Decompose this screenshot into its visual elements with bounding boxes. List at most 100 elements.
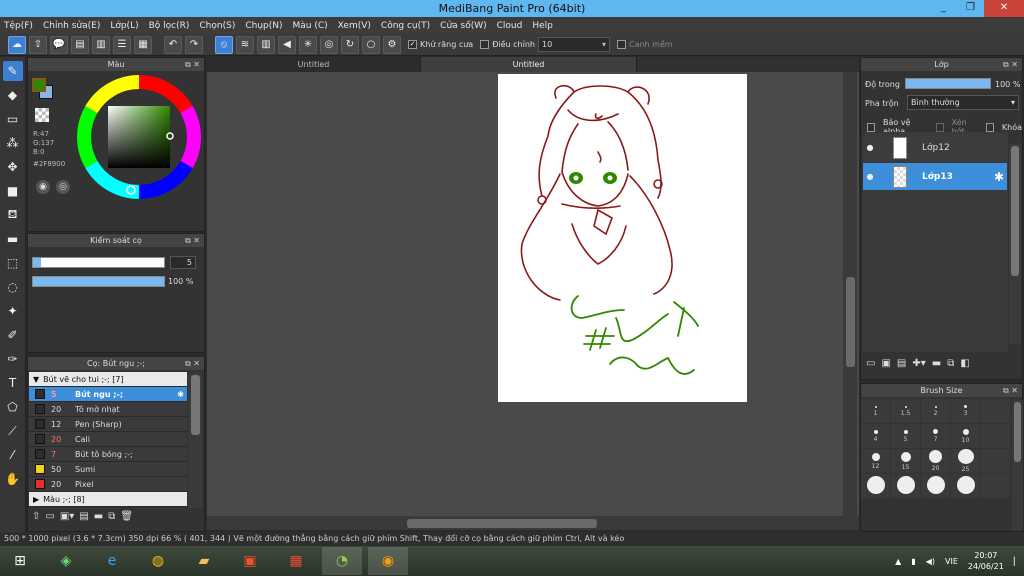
menu-edit[interactable]: Chỉnh sửa(E) (43, 21, 100, 31)
palette-icon[interactable]: ◉ (36, 180, 50, 194)
brush-size-cell[interactable]: 1 (861, 399, 890, 423)
brush-group-header[interactable]: ▶ Màu ;-; [8] (29, 492, 187, 507)
bucket-tool-icon[interactable]: ⛾ (3, 205, 23, 225)
brush-size-cell[interactable] (861, 474, 890, 498)
concentric-snap-icon[interactable]: ◎ (320, 35, 338, 54)
fill-rect-icon[interactable]: ■ (3, 181, 23, 201)
new-layer-icon[interactable]: ▭ (866, 358, 875, 369)
select-pen-icon[interactable]: ✐ (3, 325, 23, 345)
radial-snap-icon[interactable]: ✳ (299, 35, 317, 54)
brush-group-header[interactable]: ▼ Bút vẽ cho tui ;-; [7] (29, 372, 187, 387)
transparent-color-icon[interactable] (35, 108, 49, 122)
windows-start-icon[interactable]: ⊞ (0, 547, 40, 575)
layer-copy-icon[interactable]: ▤ (897, 358, 906, 369)
brush-copy-icon[interactable]: ▤ (79, 511, 88, 522)
blend-mode-select[interactable]: Bình thường ▾ (907, 95, 1019, 110)
brush-item[interactable]: 50 Sumi (29, 462, 187, 477)
menu-cloud[interactable]: Cloud (497, 21, 523, 31)
layer-list-scrollbar[interactable] (1009, 144, 1021, 344)
brush-item[interactable]: 7 Bút tô bóng ;-; (29, 447, 187, 462)
settings-gear-icon[interactable]: ⚙ (383, 35, 401, 54)
magic-wand-icon[interactable]: ✦ (3, 301, 23, 321)
cloud-icon[interactable]: ☁ (8, 35, 26, 54)
rect-tool-icon[interactable]: ▭ (3, 109, 23, 129)
menu-window[interactable]: Cửa số(W) (440, 21, 486, 31)
layer-row-lop13[interactable]: ● Lớp13 ✱ (863, 163, 1007, 190)
tray-arrow-icon[interactable]: ▲ (895, 557, 901, 566)
bluestacks-icon[interactable]: ◈ (46, 547, 86, 575)
hand-tool-icon[interactable]: ✋ (3, 469, 23, 489)
brush-size-cell[interactable]: 20 (921, 449, 950, 473)
select-tool-icon[interactable]: ⬚ (3, 253, 23, 273)
volume-icon[interactable]: ◀) (926, 557, 935, 566)
brush-size-cell[interactable]: 1.5 (891, 399, 920, 423)
chrome-icon[interactable]: ◍ (138, 547, 178, 575)
comment-icon[interactable]: 💬 (50, 35, 68, 54)
system-clock[interactable]: 20:07 24/06/21 (968, 550, 1004, 572)
palette-add-icon[interactable]: ◎ (56, 180, 70, 194)
brush-size-cell[interactable] (981, 424, 1010, 448)
adjust-checkbox[interactable] (480, 40, 490, 49)
show-desktop-button[interactable]: ▏ (1014, 557, 1020, 566)
message-icon[interactable]: ▤ (71, 35, 89, 54)
vanish-snap-icon[interactable]: ◀ (278, 35, 296, 54)
brush-size-cell[interactable]: 2 (921, 399, 950, 423)
text-tool-icon[interactable]: T (3, 373, 23, 393)
brush-size-cell[interactable] (981, 449, 1010, 473)
brush-size-cell[interactable] (921, 474, 950, 498)
list-icon[interactable]: ☰ (113, 35, 131, 54)
brush-opacity-slider[interactable] (32, 276, 165, 287)
layer-merge-icon[interactable]: ◧ (960, 358, 969, 369)
gradient-tool-icon[interactable]: ▬ (3, 229, 23, 249)
tab-untitled-1[interactable]: Untitled (207, 57, 421, 72)
minimize-button[interactable]: _ (930, 0, 957, 17)
eraser-tool-icon[interactable]: ◆ (3, 85, 23, 105)
canvas-vertical-scrollbar[interactable] (843, 72, 857, 517)
export-icon[interactable]: ⇪ (29, 35, 47, 54)
document-icon[interactable]: ▥ (92, 35, 110, 54)
protect-alpha-checkbox[interactable] (867, 122, 875, 132)
move-tool-icon[interactable]: ✥ (3, 157, 23, 177)
margin-checkbox[interactable] (616, 40, 626, 49)
brush-size-value[interactable]: 5 (170, 256, 196, 269)
brush-size-cell[interactable]: 3 (951, 399, 980, 423)
circle-snap-icon[interactable]: ○ (362, 35, 380, 54)
grid-icon[interactable]: ▦ (134, 35, 152, 54)
brush-size-slider[interactable] (32, 257, 165, 268)
brush-item[interactable]: 20 Pixel (29, 477, 187, 492)
brush-size-scrollbar[interactable] (1012, 400, 1023, 530)
menu-filter[interactable]: Bộ lọc(R) (149, 21, 190, 31)
brush-size-cell[interactable]: 7 (921, 424, 950, 448)
panel-close-icon[interactable]: ⧉ ✕ (185, 58, 200, 71)
menu-color[interactable]: Màu (C) (293, 21, 328, 31)
brush-size-cell[interactable] (891, 474, 920, 498)
antialias-checkbox[interactable]: ✓ (408, 40, 417, 49)
unikey-icon[interactable]: ▦ (276, 547, 316, 575)
menu-view[interactable]: Xem(V) (338, 21, 371, 31)
brush-new-icon[interactable]: ▭ (45, 511, 54, 522)
brush-item[interactable]: 12 Pen (Sharp) (29, 417, 187, 432)
brush-size-cell[interactable] (951, 474, 980, 498)
brush-dropdown-icon[interactable]: ▣▾ (60, 511, 74, 522)
powerpoint-icon[interactable]: ▣ (230, 547, 270, 575)
snap-off-icon[interactable]: ⦸ (215, 35, 233, 54)
clip-checkbox[interactable] (935, 122, 944, 132)
brush-size-cell[interactable]: 15 (891, 449, 920, 473)
menu-tools[interactable]: Công cụ(T) (381, 21, 430, 31)
panel-close-icon[interactable]: ⧉ ✕ (185, 234, 200, 247)
select-eraser-icon[interactable]: ✑ (3, 349, 23, 369)
operation-tool-icon[interactable]: ⬠ (3, 397, 23, 417)
menu-help[interactable]: Help (532, 21, 553, 31)
panel-close-icon[interactable]: ⧉ ✕ (1003, 384, 1018, 397)
eyedropper-tool-icon[interactable]: ⁄ (3, 445, 23, 465)
brush-tool-icon[interactable]: ✎ (2, 61, 23, 81)
visibility-eye-icon[interactable]: ● (863, 143, 877, 152)
panel-close-icon[interactable]: ⧉ ✕ (185, 357, 200, 370)
brush-size-cell[interactable]: 10 (951, 424, 980, 448)
redo-icon[interactable]: ↷ (185, 35, 203, 54)
brush-list-scrollbar[interactable] (188, 373, 202, 508)
brush-add-icon[interactable]: ⇧ (32, 511, 40, 522)
adjust-select[interactable]: 10 (537, 37, 610, 52)
brush-size-cell[interactable]: 5 (891, 424, 920, 448)
brush-item[interactable]: 5 Bút ngu ;-; ✱ (29, 387, 187, 402)
